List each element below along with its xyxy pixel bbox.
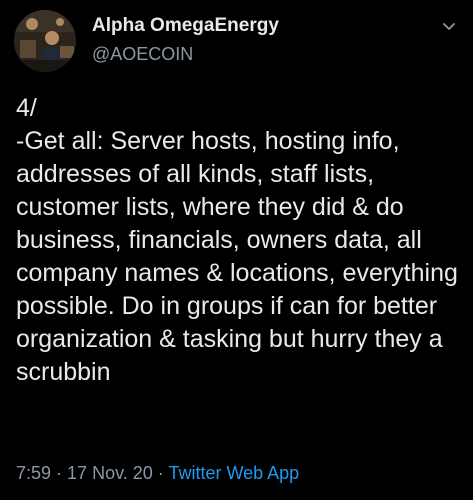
author-info: Alpha OmegaEnergy @AOECOIN [92,14,279,65]
chevron-down-icon[interactable] [441,18,457,34]
tweet-date[interactable]: 17 Nov. 20 [67,463,153,483]
tweet-source-link[interactable]: Twitter Web App [168,463,299,483]
profile-photo [14,10,76,72]
tweet-metadata: 7:59 · 17 Nov. 20 · Twitter Web App [16,461,299,485]
avatar[interactable] [14,10,76,72]
user-handle[interactable]: @AOECOIN [92,43,279,65]
tweet: Alpha OmegaEnergy @AOECOIN 4/ -Get all: … [0,0,473,500]
display-name[interactable]: Alpha OmegaEnergy [92,14,279,38]
meta-separator: · [152,463,169,483]
tweet-time[interactable]: 7:59 [16,463,51,483]
tweet-text: 4/ -Get all: Server hosts, hosting info,… [16,94,458,386]
meta-separator: · [51,463,68,483]
